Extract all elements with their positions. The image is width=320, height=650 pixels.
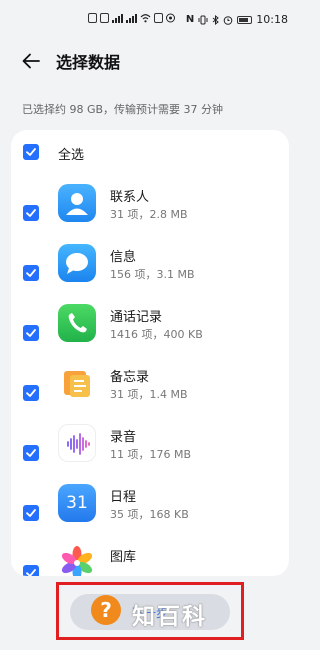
item-checkbox[interactable] [23, 565, 39, 576]
recorder-icon [58, 424, 96, 462]
select-all-checkbox[interactable] [23, 144, 39, 160]
item-checkbox[interactable] [23, 265, 39, 281]
data-list-card: 全选 联系人 31 项，2.8 MB 信息 156 项，3.1 MB 通话记录 … [11, 130, 289, 576]
bluetooth-icon [212, 14, 220, 25]
item-name: 联系人 [110, 190, 150, 205]
item-checkbox[interactable] [23, 505, 39, 521]
status-bar-right: N 10:18 [186, 13, 288, 26]
header: 选择数据 [0, 40, 300, 82]
status-time: 10:18 [256, 13, 288, 26]
selection-summary: 已选择约 98 GB，传输预计需要 37 分钟 [22, 103, 224, 116]
sim-icon [100, 13, 109, 23]
item-checkbox[interactable] [23, 385, 39, 401]
item-meta: 156 项，3.1 MB [110, 268, 195, 281]
item-checkbox[interactable] [23, 205, 39, 221]
item-name: 录音 [110, 430, 137, 445]
list-item-contacts[interactable]: 联系人 31 项，2.8 MB [11, 167, 289, 227]
item-name: 日程 [110, 490, 137, 505]
calendar-icon: 31 [58, 484, 96, 522]
phone-icon [58, 304, 96, 342]
gallery-icon [58, 544, 96, 576]
signal-icon [112, 13, 123, 23]
contacts-icon [58, 184, 96, 222]
item-name: 通话记录 [110, 310, 163, 325]
item-meta: 11 项，176 MB [110, 448, 192, 461]
item-checkbox[interactable] [23, 325, 39, 341]
item-meta: 31 项，2.8 MB [110, 208, 188, 221]
nfc-icon: N [185, 14, 195, 25]
list-item-messages[interactable]: 信息 156 项，3.1 MB [11, 227, 289, 287]
battery-icon [237, 15, 253, 24]
checkmark-icon [26, 148, 36, 156]
messages-icon [58, 244, 96, 282]
vibrate-icon [198, 15, 208, 24]
list-item-calendar[interactable]: 31 日程 35 项，168 KB [11, 467, 289, 527]
checkmark-icon [26, 509, 36, 517]
location-icon [166, 13, 175, 23]
list-item-notes[interactable]: 备忘录 31 项，1.4 MB [11, 347, 289, 407]
checkmark-icon [26, 329, 36, 337]
notification-icon [154, 13, 163, 23]
item-checkbox[interactable] [23, 445, 39, 461]
checkmark-icon [26, 269, 36, 277]
item-meta: 35 项，168 KB [110, 508, 189, 521]
list-item-gallery[interactable]: 图库 [11, 527, 289, 576]
checkmark-icon [26, 209, 36, 217]
item-name: 信息 [110, 250, 137, 265]
back-button[interactable] [18, 48, 44, 74]
item-meta: 1416 项，400 KB [110, 328, 203, 341]
checkmark-icon [26, 389, 36, 397]
checkmark-icon [26, 569, 36, 576]
bottom-bar: 下一步 ? 知百科 [0, 576, 300, 650]
status-bar-left [88, 13, 175, 23]
notes-icon [58, 364, 96, 402]
sim-icon [88, 13, 97, 23]
page-title: 选择数据 [56, 53, 121, 72]
item-name: 备忘录 [110, 370, 150, 385]
select-all-label: 全选 [58, 148, 85, 163]
back-arrow-icon [22, 53, 40, 69]
item-name: 图库 [110, 550, 137, 565]
calendar-day: 31 [66, 493, 88, 513]
checkmark-icon [26, 449, 36, 457]
alarm-icon [223, 15, 233, 25]
watermark-text: 知百科 [132, 604, 207, 630]
wifi-icon [140, 14, 151, 23]
signal-icon [126, 13, 137, 23]
list-item-recorder[interactable]: 录音 11 项，176 MB [11, 407, 289, 467]
status-bar: N 10:18 [0, 0, 300, 40]
list-item-call-log[interactable]: 通话记录 1416 项，400 KB [11, 287, 289, 347]
watermark-question-icon: ? [91, 595, 121, 625]
item-meta: 31 项，1.4 MB [110, 388, 188, 401]
